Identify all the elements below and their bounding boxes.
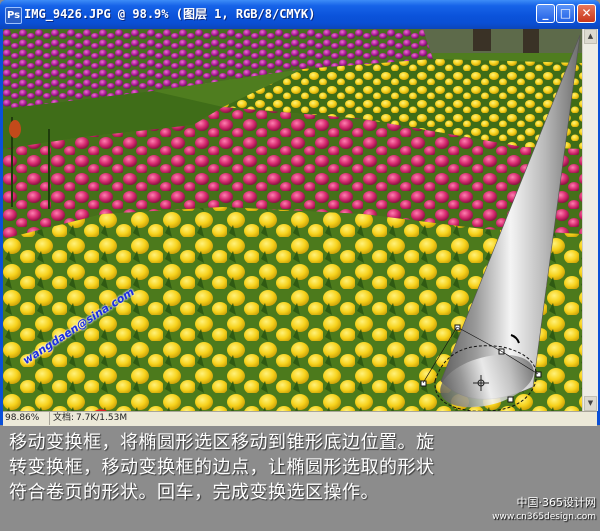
scroll-up-arrow-icon[interactable]: ▲: [584, 29, 597, 44]
document-canvas[interactable]: wangdaen@sina.com: [3, 29, 582, 411]
photoshop-app-icon[interactable]: Ps: [5, 7, 22, 24]
site-watermark: 中国·365设计网 www.cn365design.com: [466, 496, 596, 524]
author-watermark-logo: [94, 409, 107, 411]
window-title: IMG_9426.JPG @ 98.9% (图层 1, RGB/8/CMYK): [24, 7, 316, 21]
close-button[interactable]: ✕: [577, 4, 596, 23]
doc-size-label: 文档:: [53, 413, 75, 423]
close-icon: ✕: [581, 6, 592, 20]
site-name: 中国·365设计网: [516, 496, 597, 509]
window-titlebar[interactable]: Ps IMG_9426.JPG @ 98.9% (图层 1, RGB/8/CMY…: [0, 0, 600, 29]
document-size-info[interactable]: 文档: 7.7K/1.53M: [53, 412, 127, 425]
status-bar: 98.86% 文档: 7.7K/1.53M: [3, 411, 597, 426]
site-url: www.cn365design.com: [492, 512, 596, 522]
maximize-button[interactable]: □: [556, 4, 575, 23]
doc-size-value: 7.7K/1.53M: [76, 413, 128, 423]
photoshop-document-window: Ps IMG_9426.JPG @ 98.9% (图层 1, RGB/8/CMY…: [0, 0, 600, 426]
tulip-photo: [3, 29, 582, 411]
vertical-scrollbar[interactable]: ▲ ▼: [582, 29, 598, 411]
minimize-button[interactable]: _: [536, 4, 555, 23]
minimize-icon: _: [542, 6, 549, 20]
maximize-icon: □: [559, 6, 572, 20]
caption-line-1: 移动变换框，将椭圆形选区移动到锥形底边位置。旋: [9, 432, 435, 453]
scroll-down-arrow-icon[interactable]: ▼: [584, 396, 597, 411]
tutorial-caption: 移动变换框，将椭圆形选区移动到锥形底边位置。旋 转变换框，移动变换框的边点，让椭…: [9, 430, 589, 505]
caption-line-2: 转变换框，移动变换框的边点，让椭圆形选取的形状: [9, 457, 435, 478]
zoom-level-field[interactable]: 98.86%: [5, 412, 50, 425]
